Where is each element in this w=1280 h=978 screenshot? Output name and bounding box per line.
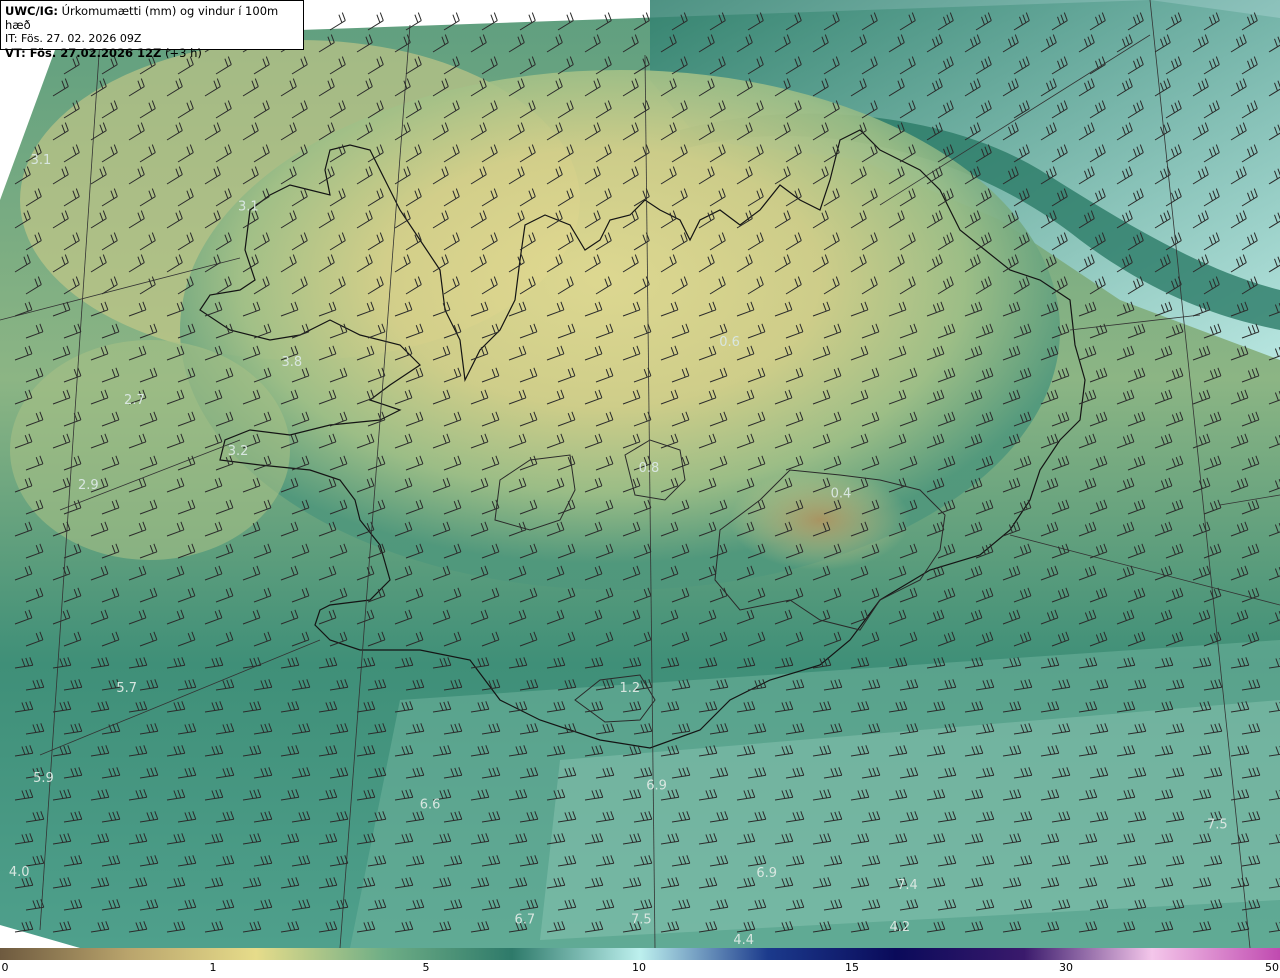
- precip-value-label: 3.8: [281, 355, 302, 370]
- precip-value-label: 5.7: [116, 681, 137, 696]
- precip-value-label: 6.9: [646, 779, 667, 794]
- precip-value-label: 7.5: [1207, 818, 1228, 833]
- precip-value-label: 6.7: [514, 912, 535, 927]
- precipitation-wind-map: 3.1 3.1 3.8 2.7 3.2 2.9 0.6 0.8 0.4 5.7 1.2 5.9 6.6 6…: [0, 0, 1280, 948]
- precip-value-label: 2.7: [124, 393, 145, 408]
- central-precip-area: [180, 70, 1060, 590]
- colorbar-tick-label: 10: [632, 961, 646, 974]
- valid-time: VT: Fös. 27.02.2026 12Z: [5, 46, 162, 60]
- colorbar-tick-label: 30: [1059, 961, 1073, 974]
- precip-value-label: 6.9: [756, 866, 777, 881]
- precip-value-label: 5.9: [33, 771, 54, 786]
- precip-value-label: 3.1: [238, 200, 259, 215]
- valid-time-offset: (+3 h): [164, 46, 202, 60]
- colorbar-tick-label: 1: [209, 961, 217, 974]
- precip-value-label: 0.4: [831, 487, 852, 502]
- colorbar-tick-label: 50: [1265, 961, 1279, 974]
- init-time: IT: Fös. 27. 02. 2026 09Z: [5, 32, 142, 45]
- precip-value-label: 0.8: [639, 461, 660, 476]
- colorbar: 0 1 5 10 15 30 50: [0, 948, 1280, 978]
- colorbar-scale: [0, 948, 1280, 960]
- precip-value-label: 6.6: [420, 798, 441, 813]
- colorbar-tick-label: 5: [422, 961, 430, 974]
- product-label: UWC/IG:: [5, 4, 58, 18]
- precip-value-label: 4.4: [733, 933, 754, 948]
- precip-value-label: 7.4: [897, 878, 918, 893]
- precip-value-label: 3.2: [228, 444, 249, 459]
- precip-value-label: 4.0: [9, 865, 30, 880]
- colorbar-tick-label: 15: [845, 961, 859, 974]
- precip-value-label: 1.2: [619, 681, 640, 696]
- colorbar-tick-label: 0: [1, 961, 9, 974]
- precip-value-label: 3.1: [31, 153, 52, 168]
- map-header: UWC/IG: Úrkomumætti (mm) og vindur í 100…: [0, 0, 304, 60]
- precip-value-label: 7.5: [631, 912, 652, 927]
- precip-value-label: 0.6: [719, 335, 740, 350]
- precip-value-label: 2.9: [78, 478, 99, 493]
- precip-value-label: 4.2: [889, 920, 910, 935]
